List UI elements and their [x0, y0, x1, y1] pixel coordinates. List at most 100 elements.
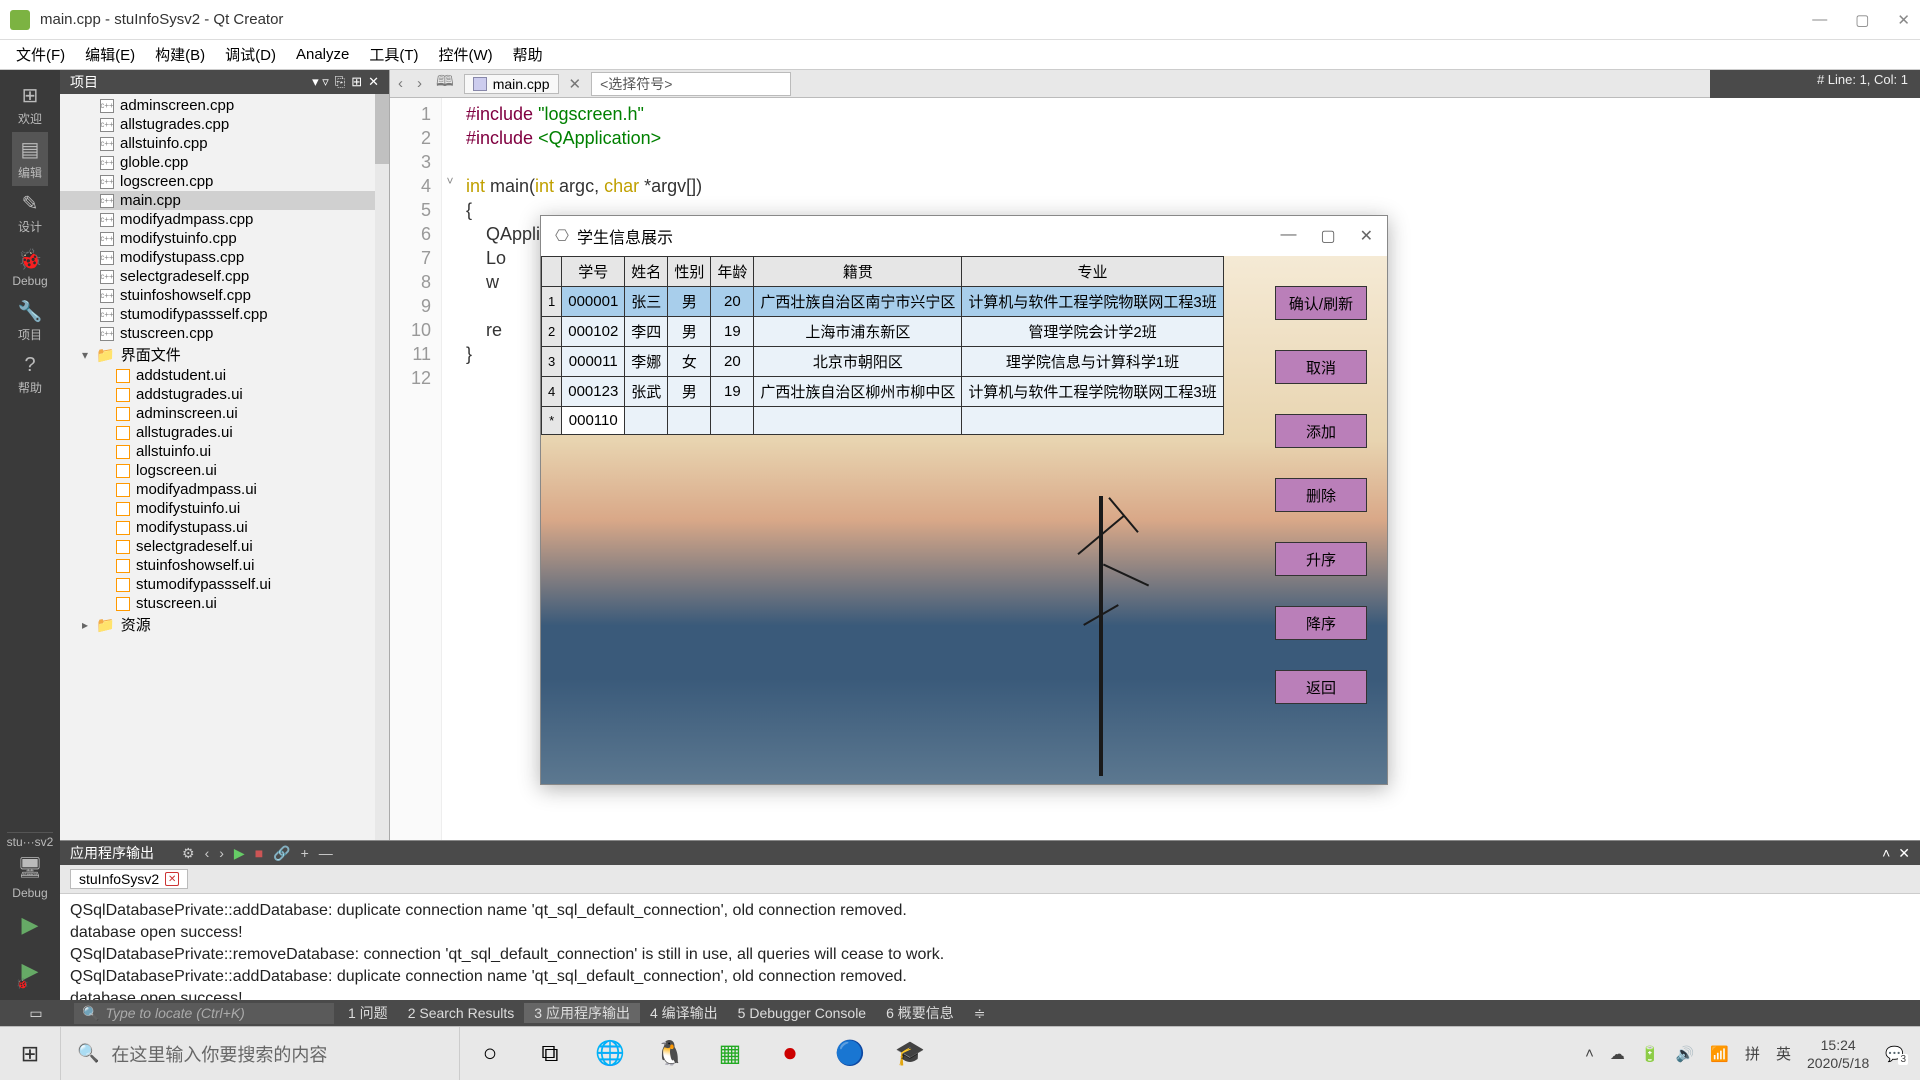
tree-file[interactable]: c++adminscreen.cpp [60, 96, 389, 115]
tree-file[interactable]: c++modifystupass.cpp [60, 248, 389, 267]
menu-item[interactable]: 调试(D) [217, 42, 284, 67]
table-cell[interactable]: 张武 [625, 377, 668, 407]
tray-notification-icon[interactable]: 💬3 [1885, 1045, 1904, 1063]
record-icon[interactable]: ⏺ [760, 1027, 820, 1080]
table-cell[interactable]: 计算机与软件工程学院物联网工程3班 [962, 287, 1223, 317]
bottom-tab[interactable]: 4 编译输出 [640, 1003, 728, 1023]
mode-帮助[interactable]: ?帮助 [12, 348, 47, 402]
tray-battery-icon[interactable]: 🔋 [1641, 1045, 1660, 1063]
menu-item[interactable]: 编辑(E) [77, 42, 143, 67]
tree-file[interactable]: c++selectgradeself.cpp [60, 267, 389, 286]
table-header[interactable]: 姓名 [625, 257, 668, 287]
split-icon[interactable]: ⊞ [351, 74, 362, 90]
dialog-close-icon[interactable]: ✕ [1360, 226, 1373, 246]
mode-欢迎[interactable]: ⊞欢迎 [12, 78, 47, 132]
maximize-icon[interactable]: ▢ [1855, 11, 1869, 29]
symbol-selector[interactable]: <选择符号> [591, 72, 791, 96]
next-icon[interactable]: › [219, 845, 224, 862]
table-cell[interactable]: 女 [668, 347, 711, 377]
table-cell[interactable]: 男 [668, 317, 711, 347]
table-header[interactable]: 专业 [962, 257, 1223, 287]
table-cell-editing[interactable]: 000110 [562, 407, 625, 435]
debug-run-button[interactable]: ▶🐞 [22, 948, 39, 994]
mode-Debug[interactable]: 🐞Debug [12, 240, 47, 294]
table-cell[interactable] [625, 407, 668, 435]
tree-file[interactable]: c++allstuinfo.cpp [60, 134, 389, 153]
table-header[interactable]: 籍贯 [754, 257, 962, 287]
tree-file[interactable]: c++modifyadmpass.cpp [60, 210, 389, 229]
dialog-button[interactable]: 升序 [1275, 542, 1367, 576]
menu-item[interactable]: 控件(W) [431, 42, 501, 67]
table-cell[interactable]: 北京市朝阳区 [754, 347, 962, 377]
tree-file[interactable]: selectgradeself.ui [60, 537, 389, 556]
tab-close-icon[interactable]: ✕ [565, 75, 586, 93]
menu-item[interactable]: 构建(B) [147, 42, 213, 67]
tree-file[interactable]: addstugrades.ui [60, 385, 389, 404]
excel-icon[interactable]: ▦ [700, 1027, 760, 1080]
tree-file[interactable]: c++globle.cpp [60, 153, 389, 172]
remove-icon[interactable]: — [319, 845, 333, 862]
tree-file[interactable]: c++allstugrades.cpp [60, 115, 389, 134]
table-cell[interactable]: 19 [711, 377, 754, 407]
bookmark-icon[interactable]: 🕮 [432, 71, 458, 96]
stop-icon[interactable]: ■ [255, 845, 263, 862]
dialog-minimize-icon[interactable]: — [1280, 226, 1296, 246]
table-cell[interactable]: 李娜 [625, 347, 668, 377]
tray-ime2[interactable]: 英 [1776, 1043, 1791, 1064]
tray-ime1[interactable]: 拼 [1745, 1043, 1760, 1064]
table-cell[interactable]: 张三 [625, 287, 668, 317]
locator-input[interactable]: 🔍Type to locate (Ctrl+K) [74, 1003, 334, 1024]
kit-selector[interactable]: stu···sv2 🖥 Debug [7, 832, 54, 902]
table-cell[interactable]: 广西壮族自治区柳州市柳中区 [754, 377, 962, 407]
output-tab[interactable]: stuInfoSysv2✕ [70, 869, 188, 889]
row-header[interactable]: 3 [542, 347, 562, 377]
browser-icon[interactable]: 🔵 [820, 1027, 880, 1080]
table-cell[interactable]: 20 [711, 347, 754, 377]
attach-icon[interactable]: 🔗 [273, 845, 290, 862]
table-cell[interactable]: 000001 [562, 287, 625, 317]
mode-编辑[interactable]: ▤编辑 [12, 132, 47, 186]
table-cell[interactable]: 理学院信息与计算科学1班 [962, 347, 1223, 377]
tray-onedrive-icon[interactable]: ☁ [1610, 1045, 1625, 1063]
table-header[interactable]: 性别 [668, 257, 711, 287]
table-cell[interactable]: 男 [668, 377, 711, 407]
tree-file[interactable]: modifyadmpass.ui [60, 480, 389, 499]
tree-file[interactable]: modifystuinfo.ui [60, 499, 389, 518]
table-cell[interactable]: * [542, 407, 562, 435]
table-cell[interactable] [754, 407, 962, 435]
table-header[interactable]: 年龄 [711, 257, 754, 287]
menu-item[interactable]: 帮助 [505, 42, 551, 67]
table-cell[interactable]: 000011 [562, 347, 625, 377]
collapse-icon[interactable]: ˄ [1882, 845, 1890, 861]
mode-项目[interactable]: 🔧项目 [12, 294, 47, 348]
tree-file[interactable]: c++modifystuinfo.cpp [60, 229, 389, 248]
dialog-button[interactable]: 返回 [1275, 670, 1367, 704]
table-cell[interactable] [962, 407, 1223, 435]
menu-item[interactable]: 工具(T) [361, 42, 426, 67]
tree-file[interactable]: c++stuscreen.cpp [60, 324, 389, 343]
education-icon[interactable]: 🎓 [880, 1027, 940, 1080]
tree-file[interactable]: c++logscreen.cpp [60, 172, 389, 191]
dialog-maximize-icon[interactable]: ▢ [1320, 226, 1335, 246]
tree-file[interactable]: stuinfoshowself.ui [60, 556, 389, 575]
table-header[interactable]: 学号 [562, 257, 625, 287]
close-panel-icon[interactable]: ✕ [368, 74, 379, 90]
dialog-button[interactable]: 取消 [1275, 350, 1367, 384]
bottom-tab[interactable]: 1 问题 [338, 1003, 398, 1023]
tree-folder-res[interactable]: ▸📁资源 [60, 613, 389, 636]
tree-file[interactable]: adminscreen.ui [60, 404, 389, 423]
more-icon[interactable]: ≑ [974, 1005, 986, 1022]
table-cell[interactable]: 管理学院会计学2班 [962, 317, 1223, 347]
tree-file[interactable]: allstuinfo.ui [60, 442, 389, 461]
filter-icon[interactable]: ▾ ▿ [312, 74, 329, 90]
scrollbar-vertical[interactable] [375, 94, 389, 901]
row-header[interactable]: 2 [542, 317, 562, 347]
settings-icon[interactable]: ⚙ [182, 845, 195, 862]
dialog-button[interactable]: 删除 [1275, 478, 1367, 512]
tray-wifi-icon[interactable]: 📶 [1710, 1045, 1729, 1063]
chrome-icon[interactable]: 🌐 [580, 1027, 640, 1080]
cortana-icon[interactable]: ○ [460, 1027, 520, 1080]
bottom-tab[interactable]: 5 Debugger Console [728, 1003, 876, 1023]
tree-file[interactable]: c++stuinfoshowself.cpp [60, 286, 389, 305]
tree-folder-ui[interactable]: ▾📁界面文件 [60, 343, 389, 366]
